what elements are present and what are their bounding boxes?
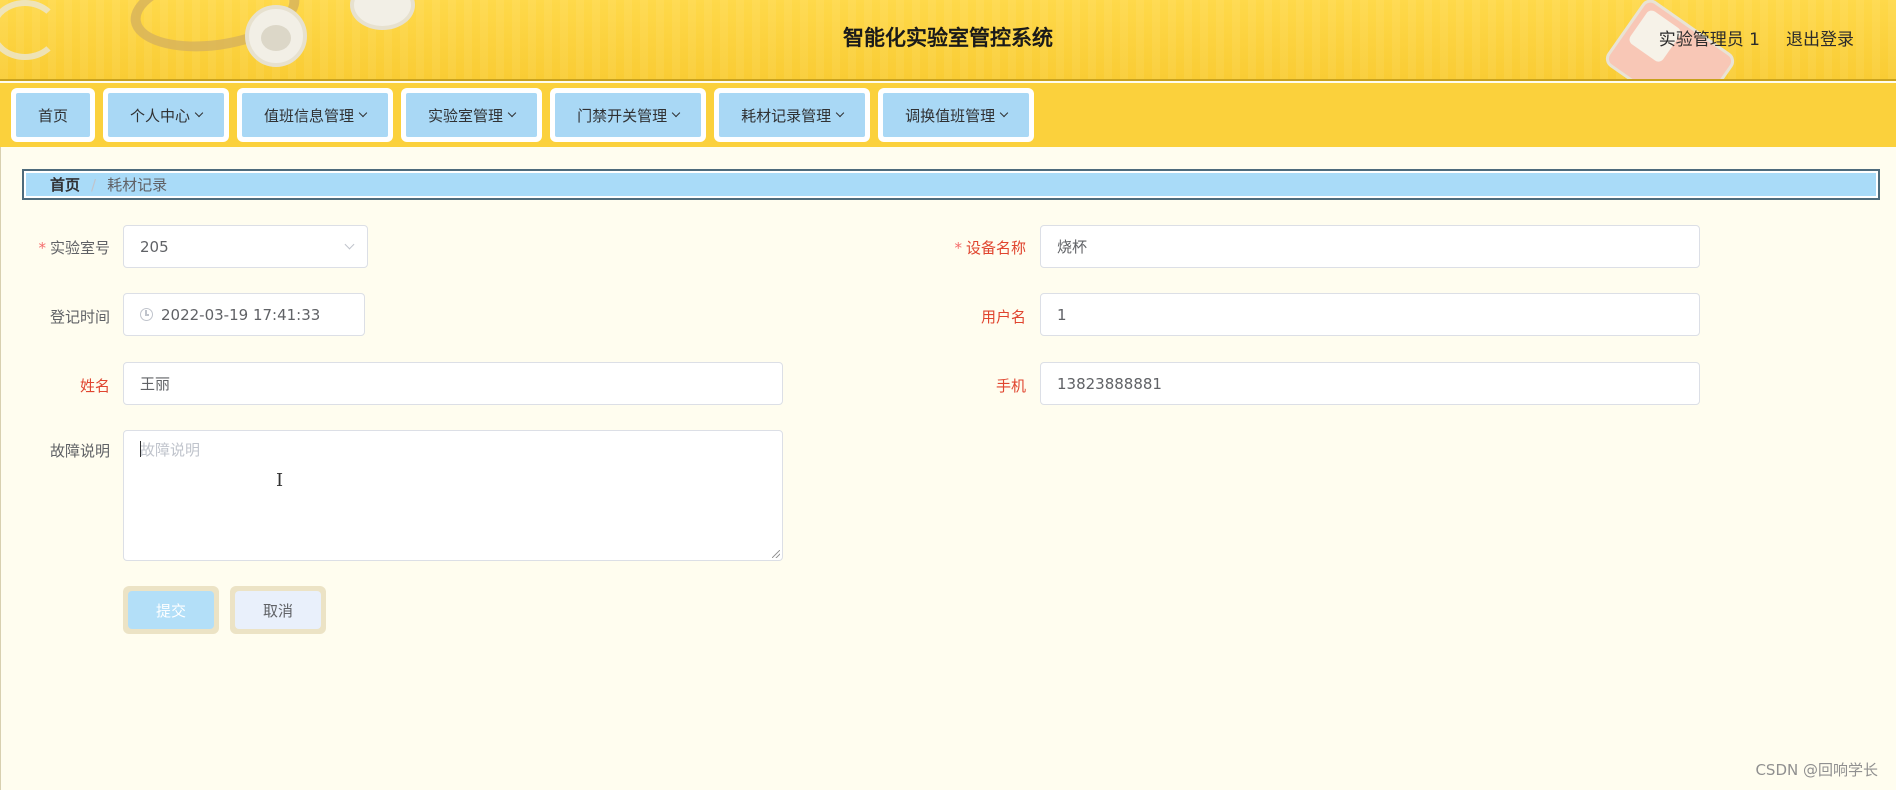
nav-item-label: 值班信息管理 — [264, 106, 355, 125]
phone-label: 手机 — [995, 377, 1026, 395]
username-label: 用户名 — [980, 308, 1026, 326]
clock-icon — [140, 308, 153, 321]
fault-textarea[interactable]: 故障说明 — [123, 430, 783, 561]
reg-time-value: 2022-03-19 17:41:33 — [161, 305, 321, 324]
resize-handle-icon[interactable] — [772, 550, 780, 558]
device-name-value: 烧杯 — [1057, 238, 1088, 256]
chevron-down-icon — [344, 239, 355, 250]
nav-item-label: 实验室管理 — [428, 106, 504, 125]
chevron-down-icon — [835, 108, 845, 118]
nav-item-label: 首页 — [38, 106, 69, 125]
nav-item-lab-management[interactable]: 实验室管理 — [401, 88, 543, 142]
nav-item-duty-info[interactable]: 值班信息管理 — [237, 88, 394, 142]
content-border — [0, 147, 1, 790]
chevron-down-icon — [507, 108, 517, 118]
watermark: CSDN @回响学长 — [1755, 761, 1878, 779]
lab-no-label: * 实验室号 — [20, 237, 110, 258]
lab-no-select[interactable]: 205 — [123, 225, 368, 268]
chevron-down-icon — [194, 108, 204, 118]
breadcrumb-home[interactable]: 首页 — [50, 174, 80, 195]
top-header: 智能化实验室管控系统 实验管理员 1 退出登录 — [0, 0, 1896, 81]
phone-input[interactable]: 13823888881 — [1040, 362, 1700, 405]
nav-item-personal-center[interactable]: 个人中心 — [103, 88, 230, 142]
nav-item-home[interactable]: 首页 — [11, 88, 96, 142]
fault-placeholder: 故障说明 — [140, 441, 201, 459]
required-mark: * — [38, 239, 46, 257]
nav-item-access-control[interactable]: 门禁开关管理 — [550, 88, 707, 142]
lab-no-value: 205 — [140, 237, 169, 256]
username-value: 1 — [1057, 305, 1067, 324]
chevron-down-icon — [671, 108, 681, 118]
nav-item-shift-swap[interactable]: 调换值班管理 — [878, 88, 1035, 142]
name-value: 王丽 — [140, 375, 171, 393]
name-label: 姓名 — [79, 377, 110, 395]
reg-time-picker[interactable]: 2022-03-19 17:41:33 — [123, 293, 365, 336]
main-nav: 首页 个人中心 值班信息管理 实验室管理 门禁开关管理 耗材记录管理 调换值班管… — [0, 83, 1896, 147]
label-text: 设备名称 — [965, 239, 1026, 257]
required-mark: * — [954, 239, 962, 257]
chevron-down-icon — [999, 108, 1009, 118]
breadcrumb-separator: / — [91, 175, 97, 194]
i-beam-cursor-icon: I — [276, 470, 284, 491]
app-title: 智能化实验室管控系统 — [843, 26, 1053, 50]
cancel-button[interactable]: 取消 — [230, 586, 327, 634]
phone-value: 13823888881 — [1057, 374, 1162, 393]
nav-item-label: 耗材记录管理 — [741, 106, 832, 125]
label-text: 实验室号 — [49, 239, 110, 257]
breadcrumb-current: 耗材记录 — [107, 176, 168, 194]
device-name-label: * 设备名称 — [936, 237, 1026, 258]
current-user: 实验管理员 1 — [1658, 30, 1760, 50]
username-input[interactable]: 1 — [1040, 293, 1700, 336]
nav-item-consumables[interactable]: 耗材记录管理 — [714, 88, 871, 142]
user-area: 实验管理员 1 退出登录 — [1659, 25, 1854, 50]
nav-item-label: 门禁开关管理 — [577, 106, 668, 125]
chevron-down-icon — [358, 108, 368, 118]
submit-label: 提交 — [156, 601, 187, 620]
fault-label: 故障说明 — [49, 442, 110, 460]
nav-item-label: 个人中心 — [130, 106, 191, 125]
logout-link[interactable]: 退出登录 — [1786, 25, 1854, 50]
cancel-label: 取消 — [263, 601, 294, 620]
text-caret — [140, 441, 141, 457]
name-input[interactable]: 王丽 — [123, 362, 783, 405]
device-name-input[interactable]: 烧杯 — [1040, 225, 1700, 268]
breadcrumb: 首页 / 耗材记录 — [22, 169, 1880, 200]
submit-button[interactable]: 提交 — [123, 586, 220, 634]
nav-item-label: 调换值班管理 — [905, 106, 996, 125]
reg-time-label: 登记时间 — [49, 308, 110, 326]
